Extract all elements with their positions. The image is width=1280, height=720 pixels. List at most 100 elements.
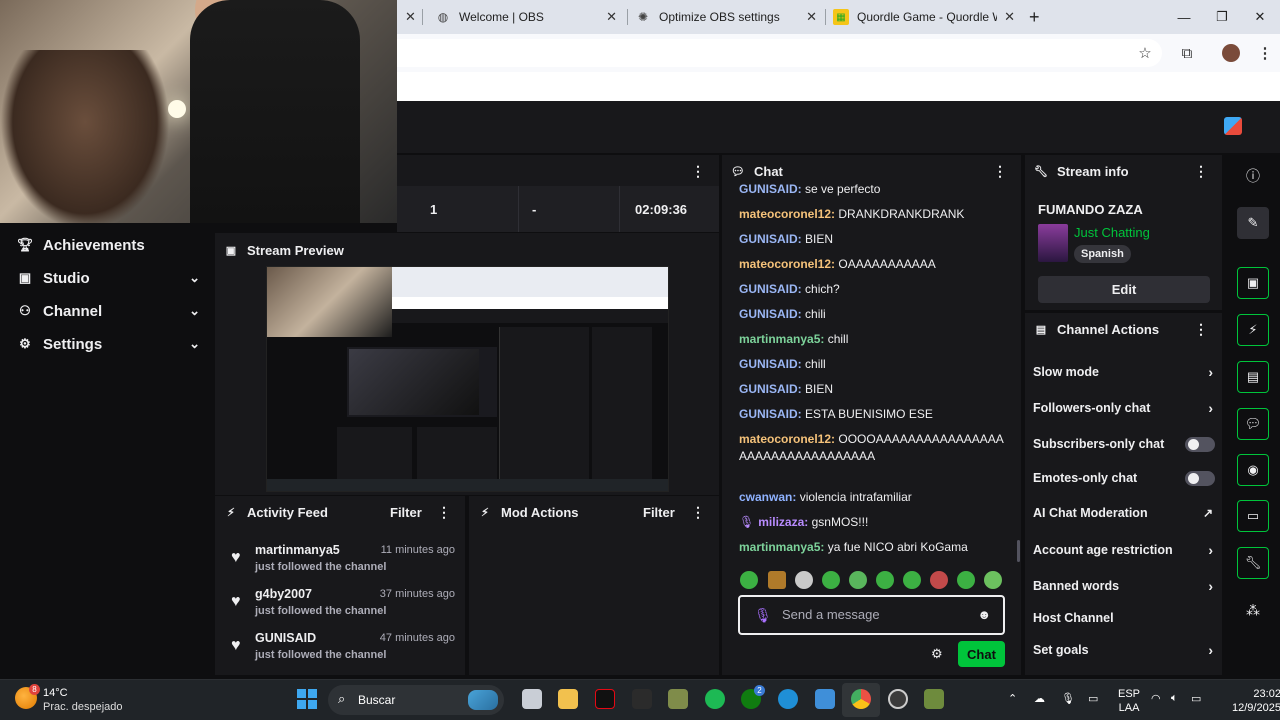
minecraft-icon[interactable] xyxy=(924,689,944,709)
game-icon[interactable] xyxy=(668,689,688,709)
more-menu-icon[interactable]: ⋮ xyxy=(1254,42,1276,64)
volume-icon[interactable]: 🔈︎ xyxy=(1171,692,1178,705)
more-options-icon[interactable]: ⋮ xyxy=(1194,163,1208,180)
close-icon[interactable]: ✕ xyxy=(806,9,817,25)
emotes-only-action[interactable]: Emotes-only chat xyxy=(1033,468,1215,488)
wifi-icon[interactable]: ◠ xyxy=(1151,692,1161,705)
system-clock[interactable]: 23:02 12/9/2025 xyxy=(1232,687,1280,715)
set-goals-action[interactable]: Set goals › xyxy=(1033,640,1215,660)
obs-studio-icon[interactable] xyxy=(888,689,908,709)
obs-icon[interactable] xyxy=(632,689,652,709)
emote-icon[interactable] xyxy=(822,571,840,589)
emote-icon[interactable] xyxy=(984,571,1002,589)
mic-badge-icon: 🎙︎ xyxy=(739,515,755,529)
emote-icon[interactable] xyxy=(849,571,867,589)
emote-icon[interactable] xyxy=(930,571,948,589)
app-logo-icon[interactable] xyxy=(1224,117,1242,135)
list-item[interactable]: ♥ g4by2007 37 minutes ago just followed … xyxy=(231,587,455,627)
more-options-icon[interactable]: ⋮ xyxy=(437,504,451,521)
slow-mode-action[interactable]: Slow mode › xyxy=(1033,362,1215,382)
url-input[interactable] xyxy=(397,39,1162,67)
send-chat-button[interactable]: Chat xyxy=(958,641,1005,667)
edit-icon[interactable]: ✎ xyxy=(1237,207,1269,239)
edit-stream-info-button[interactable]: Edit xyxy=(1038,276,1210,303)
more-options-icon[interactable]: ⋮ xyxy=(691,504,705,521)
account-age-action[interactable]: Account age restriction › xyxy=(1033,540,1215,560)
emotes-only-toggle[interactable] xyxy=(1185,470,1215,486)
info-icon[interactable]: ⓘ xyxy=(1237,160,1269,192)
chat-settings-icon[interactable]: ⚙ xyxy=(931,646,943,662)
mod-filter-button[interactable]: Filter xyxy=(643,505,675,520)
tablet-icon[interactable]: ▭ xyxy=(1088,692,1098,705)
camera-icon: ▣ xyxy=(18,270,32,285)
close-icon[interactable]: ✕ xyxy=(405,9,416,25)
broadcast-icon[interactable]: ◉ xyxy=(1237,454,1269,486)
star-icon[interactable]: ☆ xyxy=(1134,42,1156,64)
category-link[interactable]: Just Chatting xyxy=(1074,225,1150,240)
onedrive-icon[interactable]: ☁ xyxy=(1034,692,1045,705)
task-view-icon[interactable] xyxy=(522,689,542,709)
notepad-icon[interactable] xyxy=(815,689,835,709)
more-options-icon[interactable]: ⋮ xyxy=(993,163,1007,180)
tab-welcome-obs-2[interactable]: ◍ Welcome | OBS ✕ xyxy=(435,0,625,34)
tab-optimize-obs[interactable]: ✺ Optimize OBS settings ✕ xyxy=(635,0,825,34)
address-bar: ☆ ⧉ ⋮ xyxy=(397,34,1280,72)
new-tab-button[interactable]: + xyxy=(1029,0,1049,34)
emote-icon[interactable] xyxy=(876,571,894,589)
mic-tray-icon[interactable]: 🎙︎ xyxy=(1061,692,1075,705)
start-button[interactable] xyxy=(297,689,317,709)
emote-icon[interactable] xyxy=(957,571,975,589)
emote-icon[interactable] xyxy=(768,571,786,589)
chat-scrollbar[interactable] xyxy=(1017,540,1020,562)
extensions-icon[interactable]: ⧉ xyxy=(1176,42,1198,64)
emote-icon[interactable] xyxy=(795,571,813,589)
battery-icon[interactable]: ▭ xyxy=(1191,692,1201,705)
ad-icon[interactable]: ▭ xyxy=(1237,500,1269,532)
subscribers-only-toggle[interactable] xyxy=(1185,436,1215,452)
emote-icon[interactable] xyxy=(740,571,758,589)
chevron-right-icon: › xyxy=(1208,542,1213,558)
close-icon[interactable]: ✕ xyxy=(606,9,617,25)
emoji-icon[interactable]: ☻ xyxy=(977,607,991,622)
avatar[interactable] xyxy=(1220,42,1242,64)
list-item[interactable]: ♥ GUNISAID 47 minutes ago just followed … xyxy=(231,631,455,671)
close-icon[interactable]: ✕ xyxy=(1004,9,1015,25)
host-channel-action[interactable]: Host Channel xyxy=(1033,608,1215,628)
sidebar-item-settings[interactable]: ⚙ Settings ⌄ xyxy=(16,332,200,356)
followers-only-action[interactable]: Followers-only chat › xyxy=(1033,398,1215,418)
ai-chat-moderation-action[interactable]: AI Chat Moderation ↗ xyxy=(1033,503,1215,523)
file-explorer-icon[interactable] xyxy=(558,689,578,709)
tab-quordle[interactable]: ▦ Quordle Game - Quordle Word ✕ xyxy=(833,0,1023,34)
clip-icon[interactable]: ▣ xyxy=(1237,267,1269,299)
taskbar-search[interactable]: ⌕ Buscar xyxy=(328,685,504,715)
chat-input[interactable]: 🎙︎ Send a message ☻ xyxy=(738,595,1005,635)
emote-icon[interactable] xyxy=(903,571,921,589)
banned-words-action[interactable]: Banned words › xyxy=(1033,576,1215,596)
sidebar-item-channel[interactable]: ⚇ Channel ⌄ xyxy=(16,299,200,323)
close-window-button[interactable]: ✕ xyxy=(1241,0,1279,34)
maximize-button[interactable]: ❐ xyxy=(1203,0,1241,34)
notes-icon[interactable]: ▤ xyxy=(1237,361,1269,393)
chat-bubble-icon[interactable]: 💬︎ xyxy=(1237,408,1269,440)
keyboard-language[interactable]: ESP LAA xyxy=(1118,687,1140,715)
stream-preview-video[interactable] xyxy=(266,266,669,492)
spotify-icon[interactable] xyxy=(705,689,725,709)
wrench-icon[interactable]: 🔧︎ xyxy=(1237,547,1269,579)
more-options-icon[interactable]: ⋮ xyxy=(1194,321,1208,338)
lightning-icon[interactable]: ⚡︎ xyxy=(1237,314,1269,346)
chevron-down-icon: ⌄ xyxy=(189,336,200,351)
subscribers-only-action[interactable]: Subscribers-only chat xyxy=(1033,434,1215,454)
netflix-icon[interactable] xyxy=(595,689,615,709)
more-options-icon[interactable]: ⋮ xyxy=(691,163,705,180)
sidebar-item-achievements[interactable]: 🏆︎ Achievements xyxy=(16,233,200,257)
session-stats: 1 - 02:09:36 xyxy=(397,186,719,232)
activity-filter-button[interactable]: Filter xyxy=(390,505,422,520)
list-item[interactable]: ♥ martinmanya5 11 minutes ago just follo… xyxy=(231,543,455,583)
tray-overflow-icon[interactable]: ⌃ xyxy=(1008,692,1017,705)
emote-bar xyxy=(740,571,1005,591)
add-action-icon[interactable]: ⁂ xyxy=(1237,594,1269,626)
mic-icon[interactable]: 🎙︎ xyxy=(754,607,772,624)
edge-icon[interactable] xyxy=(778,689,798,709)
sidebar-item-studio[interactable]: ▣ Studio ⌄ xyxy=(16,266,200,290)
minimize-button[interactable]: — xyxy=(1165,0,1203,34)
